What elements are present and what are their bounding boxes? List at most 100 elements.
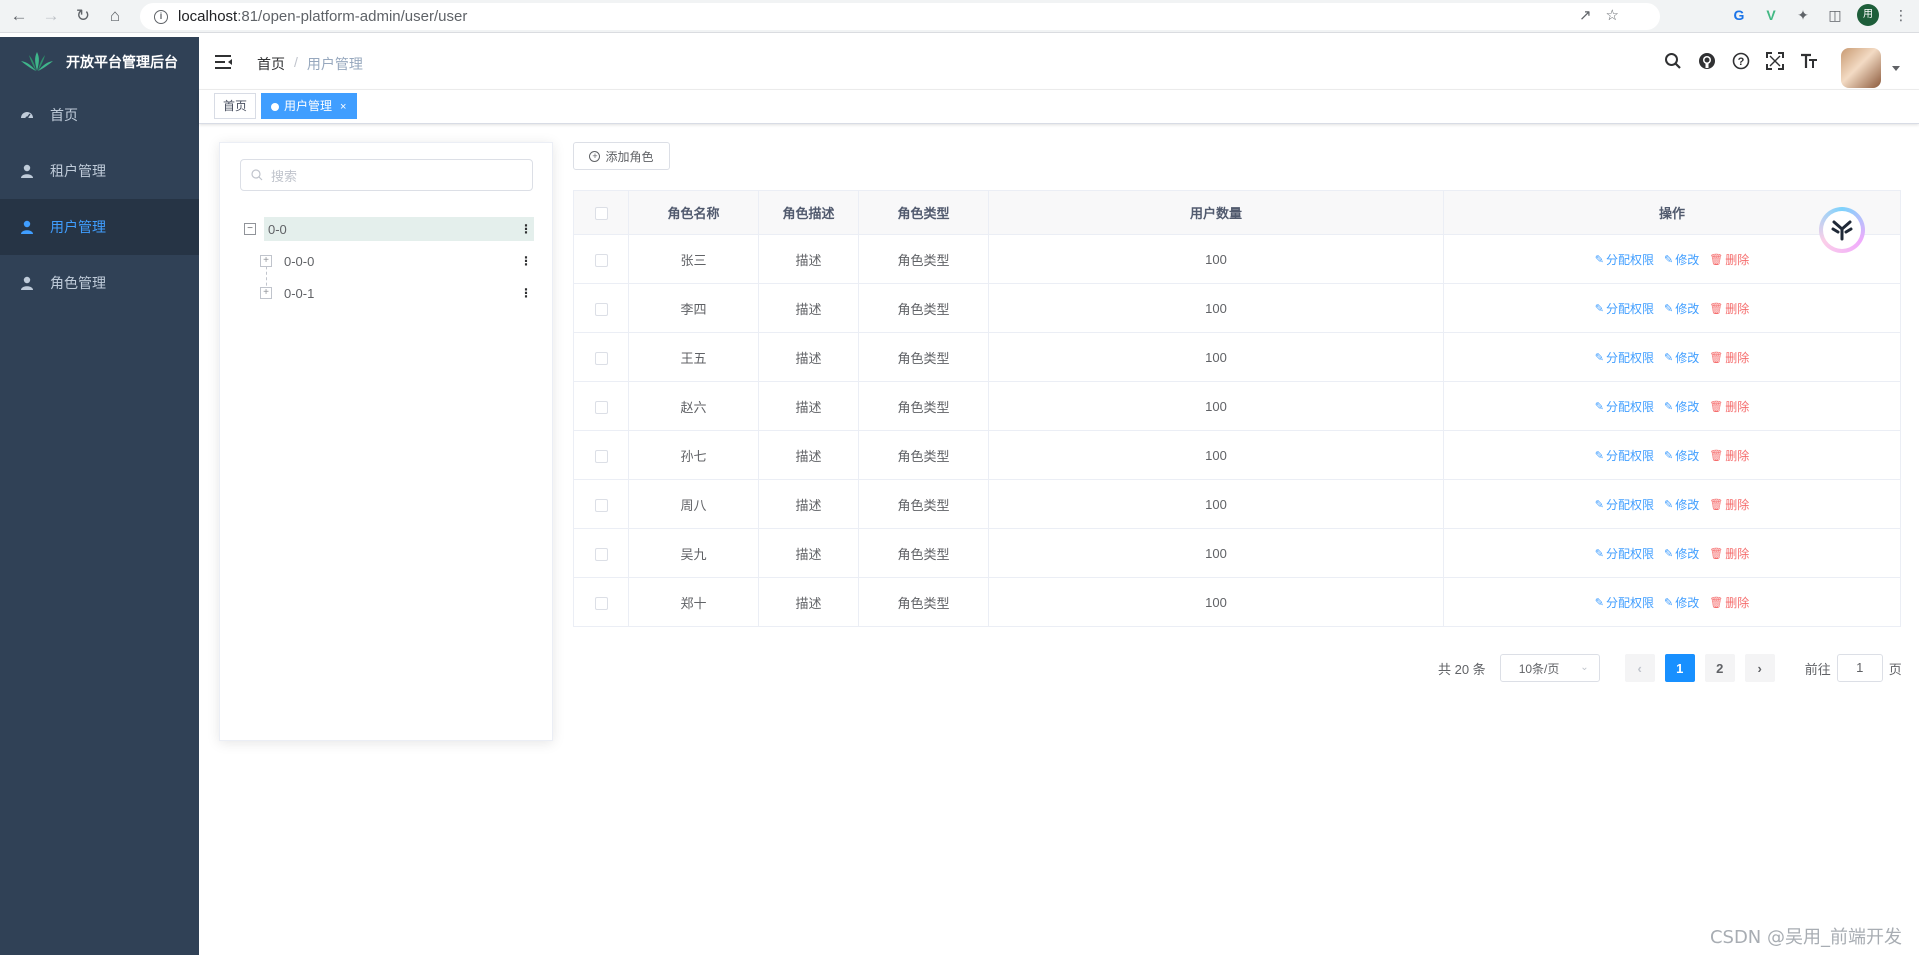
delete-button[interactable]: 🗑 删除 (1709, 251, 1749, 268)
assign-permission-button[interactable]: ✎ 分配权限 (1595, 349, 1654, 366)
op-label: 分配权限 (1605, 350, 1654, 365)
edit-button[interactable]: ✎ 修改 (1664, 496, 1699, 513)
help-icon[interactable]: ? (1731, 51, 1751, 71)
row-checkbox[interactable] (594, 596, 608, 610)
delete-button[interactable]: 🗑 删除 (1709, 545, 1749, 562)
row-checkbox[interactable] (594, 351, 608, 365)
page-button[interactable]: 1 (1664, 654, 1695, 682)
tree-node-label-wrap[interactable]: 0-0-0 ⋮ (280, 249, 534, 273)
user-avatar[interactable] (1841, 48, 1881, 88)
home-icon[interactable]: ⌂ (102, 3, 128, 29)
delete-icon: 🗑 (1709, 498, 1724, 511)
translate-extension-icon[interactable]: G (1729, 5, 1749, 25)
delete-button[interactable]: 🗑 删除 (1709, 398, 1749, 415)
side-panel-icon[interactable]: ◫ (1825, 5, 1845, 25)
prev-page-button[interactable]: ‹ (1624, 654, 1655, 682)
edit-button[interactable]: ✎ 修改 (1664, 300, 1699, 317)
page-size-select[interactable]: 10条/页 ⌄ (1499, 654, 1600, 682)
cell-role-type: 角色类型 (858, 577, 989, 627)
font-size-icon[interactable] (1799, 51, 1819, 71)
edit-button[interactable]: ✎ 修改 (1664, 594, 1699, 611)
edit-button[interactable]: ✎ 修改 (1664, 447, 1699, 464)
cell-role-type: 角色类型 (858, 234, 989, 284)
assign-permission-button[interactable]: ✎ 分配权限 (1595, 496, 1654, 513)
cell-user-count: 100 (988, 283, 1444, 333)
profile-avatar[interactable]: 用 (1857, 4, 1879, 26)
sidebar-item-users[interactable]: 用户管理 (0, 199, 199, 255)
share-icon[interactable]: ↗ (1579, 6, 1592, 24)
extensions-puzzle-icon[interactable]: ✦ (1793, 5, 1813, 25)
delete-button[interactable]: 🗑 删除 (1709, 300, 1749, 317)
assign-permission-button[interactable]: ✎ 分配权限 (1595, 447, 1654, 464)
tree-node-child[interactable]: + 0-0-0 ⋮ (260, 249, 534, 273)
bookmark-star-icon[interactable]: ☆ (1606, 6, 1619, 24)
row-checkbox[interactable] (594, 253, 608, 267)
assign-permission-button[interactable]: ✎ 分配权限 (1595, 251, 1654, 268)
reload-icon[interactable]: ↻ (70, 3, 96, 29)
edit-button[interactable]: ✎ 修改 (1664, 251, 1699, 268)
tag-home[interactable]: 首页 (214, 93, 257, 119)
tree-node-label-wrap[interactable]: 0-0-1 ⋮ (280, 281, 534, 305)
op-label: 分配权限 (1605, 546, 1654, 561)
address-bar[interactable]: i localhost:81/open-platform-admin/user/… (140, 3, 1660, 30)
cell-role-desc: 描述 (758, 381, 859, 431)
tree-node-label-wrap[interactable]: 0-0 ⋮ (264, 217, 534, 241)
assign-permission-button[interactable]: ✎ 分配权限 (1595, 398, 1654, 415)
expand-icon[interactable]: + (260, 255, 272, 267)
delete-button[interactable]: 🗑 删除 (1709, 349, 1749, 366)
sidebar-item-label: 角色管理 (50, 275, 106, 291)
fullscreen-icon[interactable] (1765, 51, 1785, 71)
site-info-icon[interactable]: i (154, 9, 168, 24)
assign-permission-button[interactable]: ✎ 分配权限 (1595, 300, 1654, 317)
chrome-menu-icon[interactable]: ⋮ (1891, 5, 1911, 25)
more-vertical-icon[interactable]: ⋮ (518, 223, 534, 235)
sidebar-item-tenant[interactable]: 租户管理 (0, 143, 199, 199)
hamburger-icon[interactable] (215, 53, 233, 71)
edit-button[interactable]: ✎ 修改 (1664, 349, 1699, 366)
next-page-button[interactable]: › (1744, 654, 1775, 682)
sidebar-item-label: 租户管理 (50, 163, 106, 179)
tag-user-management[interactable]: 用户管理 × (261, 93, 358, 119)
more-vertical-icon[interactable]: ⋮ (518, 255, 534, 267)
select-all-checkbox[interactable] (594, 207, 608, 221)
page-button[interactable]: 2 (1704, 654, 1735, 682)
row-select-cell (573, 283, 629, 333)
sidebar-item-roles[interactable]: 角色管理 (0, 255, 199, 311)
goto-page-input[interactable]: 1 (1836, 654, 1883, 682)
close-icon[interactable]: × (340, 101, 346, 113)
github-icon[interactable] (1697, 51, 1717, 71)
svg-text:?: ? (1738, 56, 1745, 68)
cell-role-type: 角色类型 (858, 283, 989, 333)
edit-icon: ✎ (1664, 253, 1674, 266)
row-checkbox[interactable] (594, 547, 608, 561)
delete-button[interactable]: 🗑 删除 (1709, 496, 1749, 513)
edit-button[interactable]: ✎ 修改 (1664, 398, 1699, 415)
tree-node-child[interactable]: + 0-0-1 ⋮ (260, 281, 534, 305)
assign-permission-button[interactable]: ✎ 分配权限 (1595, 594, 1654, 611)
delete-button[interactable]: 🗑 删除 (1709, 594, 1749, 611)
cell-operations: ✎ 分配权限 ✎ 修改 🗑 删除 (1443, 332, 1901, 382)
forward-icon[interactable]: → (38, 3, 64, 29)
breadcrumb-home[interactable]: 首页 (257, 54, 285, 74)
sidebar-logo[interactable]: 开放平台管理后台 (0, 37, 199, 87)
add-role-button[interactable]: + 添加角色 (573, 142, 670, 170)
sidebar-item-home[interactable]: 首页 (0, 87, 199, 143)
vue-devtools-icon[interactable]: V (1761, 5, 1781, 25)
collapse-icon[interactable]: − (244, 223, 256, 235)
assign-permission-button[interactable]: ✎ 分配权限 (1595, 545, 1654, 562)
row-checkbox[interactable] (594, 498, 608, 512)
tree-node-root[interactable]: − 0-0 ⋮ (244, 217, 534, 241)
row-checkbox[interactable] (594, 449, 608, 463)
row-checkbox[interactable] (594, 400, 608, 414)
row-checkbox[interactable] (594, 302, 608, 316)
more-vertical-icon[interactable]: ⋮ (518, 287, 534, 299)
back-icon[interactable]: ← (6, 3, 32, 29)
expand-icon[interactable]: + (260, 287, 272, 299)
caret-down-icon[interactable] (1892, 66, 1900, 71)
delete-button[interactable]: 🗑 删除 (1709, 447, 1749, 464)
floating-assistant-button[interactable] (1819, 207, 1865, 253)
edit-button[interactable]: ✎ 修改 (1664, 545, 1699, 562)
search-icon[interactable] (1663, 51, 1683, 71)
tree-node-label: 0-0-0 (284, 253, 315, 269)
search-input[interactable]: 搜索 (240, 159, 533, 191)
